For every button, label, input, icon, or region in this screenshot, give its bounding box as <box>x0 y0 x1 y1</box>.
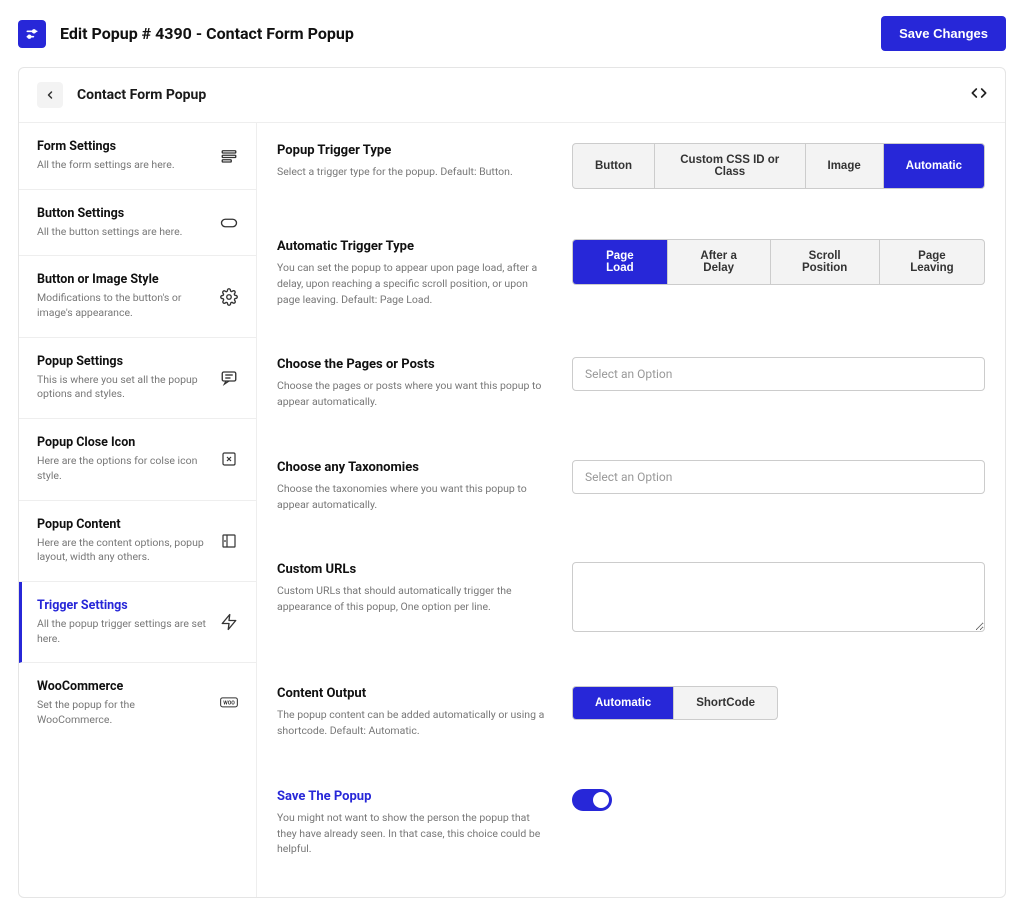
message-icon <box>220 369 238 387</box>
close-square-icon <box>220 450 238 468</box>
custom-urls-textarea[interactable] <box>572 562 985 632</box>
field-label: Popup Trigger Type <box>277 143 552 158</box>
field-auto-trigger: Automatic Trigger Type You can set the p… <box>257 229 1005 317</box>
sliders-icon <box>220 147 238 165</box>
save-popup-toggle[interactable] <box>572 789 612 811</box>
chevron-left-icon <box>44 89 56 101</box>
sidebar-item-form-settings[interactable]: Form Settings All the form settings are … <box>19 123 256 190</box>
app-icon <box>18 20 46 48</box>
field-pages: Choose the Pages or Posts Choose the pag… <box>257 347 1005 420</box>
sidebar-item-title: WooCommerce <box>37 679 210 694</box>
taxonomies-select[interactable]: Select an Option <box>572 460 985 494</box>
field-save-popup: Save The Popup You might not want to sho… <box>257 779 1005 867</box>
page-header: Edit Popup # 4390 - Contact Form Popup S… <box>0 0 1024 67</box>
field-label: Choose any Taxonomies <box>277 460 552 475</box>
sidebar-item-popup-close-icon[interactable]: Popup Close Icon Here are the options fo… <box>19 419 256 500</box>
sidebar-item-title: Trigger Settings <box>37 598 210 613</box>
field-trigger-type: Popup Trigger Type Select a trigger type… <box>257 133 1005 199</box>
field-content-output: Content Output The popup content can be … <box>257 676 1005 749</box>
sidebar-item-desc: All the form settings are here. <box>37 158 210 173</box>
sidebar-item-desc: All the button settings are here. <box>37 225 210 240</box>
field-label: Custom URLs <box>277 562 552 577</box>
field-desc: Select a trigger type for the popup. Def… <box>277 164 552 180</box>
woocommerce-icon: WOO <box>220 694 238 712</box>
code-toggle-button[interactable] <box>971 85 987 105</box>
button-icon <box>220 214 238 232</box>
field-desc: Custom URLs that should automatically tr… <box>277 583 552 615</box>
sidebar-item-desc: All the popup trigger settings are set h… <box>37 617 210 646</box>
auto-trigger-leaving[interactable]: Page Leaving <box>880 240 984 284</box>
trigger-type-button[interactable]: Button <box>573 144 655 188</box>
sidebar-item-popup-settings[interactable]: Popup Settings This is where you set all… <box>19 338 256 419</box>
panel-header-left: Contact Form Popup <box>37 82 206 108</box>
back-button[interactable] <box>37 82 63 108</box>
panel-header: Contact Form Popup <box>19 68 1005 123</box>
svg-text:WOO: WOO <box>223 701 235 707</box>
field-custom-urls: Custom URLs Custom URLs that should auto… <box>257 552 1005 646</box>
sidebar-item-title: Button or Image Style <box>37 272 210 287</box>
sidebar-item-title: Button Settings <box>37 206 210 221</box>
field-label: Content Output <box>277 686 552 701</box>
field-taxonomies: Choose any Taxonomies Choose the taxonom… <box>257 450 1005 523</box>
panel-body: Form Settings All the form settings are … <box>19 123 1005 897</box>
sidebar-item-title: Popup Close Icon <box>37 435 210 450</box>
auto-trigger-group: Page Load After a Delay Scroll Position … <box>572 239 985 285</box>
save-button[interactable]: Save Changes <box>881 16 1006 51</box>
trigger-type-group: Button Custom CSS ID or Class Image Auto… <box>572 143 985 189</box>
lightning-icon <box>220 613 238 631</box>
sidebar-item-desc: Here are the content options, popup layo… <box>37 536 210 565</box>
field-label: Automatic Trigger Type <box>277 239 552 254</box>
field-label: Save The Popup <box>277 789 552 804</box>
content-output-shortcode[interactable]: ShortCode <box>674 687 777 719</box>
sidebar-item-desc: This is where you set all the popup opti… <box>37 373 210 402</box>
field-desc: You can set the popup to appear upon pag… <box>277 260 552 307</box>
field-desc: Choose the pages or posts where you want… <box>277 378 552 410</box>
auto-trigger-delay[interactable]: After a Delay <box>668 240 771 284</box>
gear-icon <box>220 288 238 306</box>
sidebar-item-desc: Set the popup for the WooCommerce. <box>37 698 210 727</box>
sidebar-item-button-settings[interactable]: Button Settings All the button settings … <box>19 190 256 257</box>
sidebar-item-desc: Modifications to the button's or image's… <box>37 291 210 320</box>
toggle-knob <box>593 792 609 808</box>
panel-title: Contact Form Popup <box>77 87 206 103</box>
code-icon <box>971 85 987 101</box>
header-left: Edit Popup # 4390 - Contact Form Popup <box>18 20 354 48</box>
auto-trigger-page-load[interactable]: Page Load <box>573 240 668 284</box>
content-output-automatic[interactable]: Automatic <box>573 687 674 719</box>
layout-icon <box>220 532 238 550</box>
field-label: Choose the Pages or Posts <box>277 357 552 372</box>
content-area: Popup Trigger Type Select a trigger type… <box>257 123 1005 897</box>
sidebar-item-trigger-settings[interactable]: Trigger Settings All the popup trigger s… <box>19 582 256 663</box>
trigger-type-automatic[interactable]: Automatic <box>884 144 984 188</box>
sidebar-item-button-image-style[interactable]: Button or Image Style Modifications to t… <box>19 256 256 337</box>
sidebar-item-woocommerce[interactable]: WooCommerce Set the popup for the WooCom… <box>19 663 256 743</box>
field-desc: The popup content can be added automatic… <box>277 707 552 739</box>
trigger-type-image[interactable]: Image <box>806 144 884 188</box>
auto-trigger-scroll[interactable]: Scroll Position <box>771 240 880 284</box>
content-output-group: Automatic ShortCode <box>572 686 778 720</box>
sidebar-item-title: Popup Content <box>37 517 210 532</box>
page-title: Edit Popup # 4390 - Contact Form Popup <box>60 24 354 43</box>
sidebar-item-title: Form Settings <box>37 139 210 154</box>
sidebar-item-title: Popup Settings <box>37 354 210 369</box>
sidebar: Form Settings All the form settings are … <box>19 123 257 897</box>
field-desc: You might not want to show the person th… <box>277 810 552 857</box>
sidebar-item-popup-content[interactable]: Popup Content Here are the content optio… <box>19 501 256 582</box>
trigger-type-css[interactable]: Custom CSS ID or Class <box>655 144 805 188</box>
main-panel: Contact Form Popup Form Settings All the… <box>18 67 1006 898</box>
field-desc: Choose the taxonomies where you want thi… <box>277 481 552 513</box>
sidebar-item-desc: Here are the options for colse icon styl… <box>37 454 210 483</box>
pages-select[interactable]: Select an Option <box>572 357 985 391</box>
